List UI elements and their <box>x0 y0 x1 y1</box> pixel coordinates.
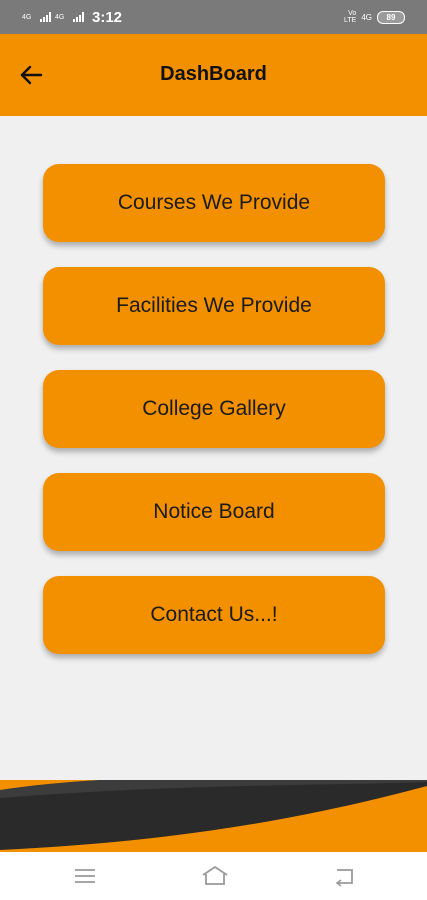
clock: 3:12 <box>92 8 123 26</box>
home-icon[interactable] <box>200 864 230 888</box>
battery-icon: 89 <box>377 10 405 24</box>
network-type-right: 4G <box>361 12 372 22</box>
status-left: 4G 4G 3:12 <box>22 9 122 26</box>
network-type-2: 4G <box>55 13 65 21</box>
courses-button[interactable]: Courses We Provide <box>43 164 385 242</box>
facilities-button[interactable]: Facilities We Provide <box>43 267 385 345</box>
footer-decoration <box>0 780 427 852</box>
page-title: DashBoard <box>160 63 267 85</box>
signal-icon-2 <box>73 12 84 22</box>
status-bar: 4G 4G 3:12 Vo LTE 4G 89 <box>0 0 427 34</box>
back-return-icon[interactable] <box>332 864 358 888</box>
dashboard-menu: Courses We Provide Facilities We Provide… <box>43 164 385 679</box>
volte-indicator: Vo LTE <box>344 10 357 24</box>
menu-lines-icon[interactable] <box>72 864 98 888</box>
signal-icon <box>40 12 51 22</box>
system-nav-bar <box>0 852 427 900</box>
network-type-1: 4G <box>22 13 32 21</box>
notice-board-button[interactable]: Notice Board <box>43 473 385 551</box>
app-bar: DashBoard <box>0 34 427 116</box>
contact-us-button[interactable]: Contact Us...! <box>43 576 385 654</box>
status-right: Vo LTE 4G 89 <box>336 10 405 24</box>
college-gallery-button[interactable]: College Gallery <box>43 370 385 448</box>
